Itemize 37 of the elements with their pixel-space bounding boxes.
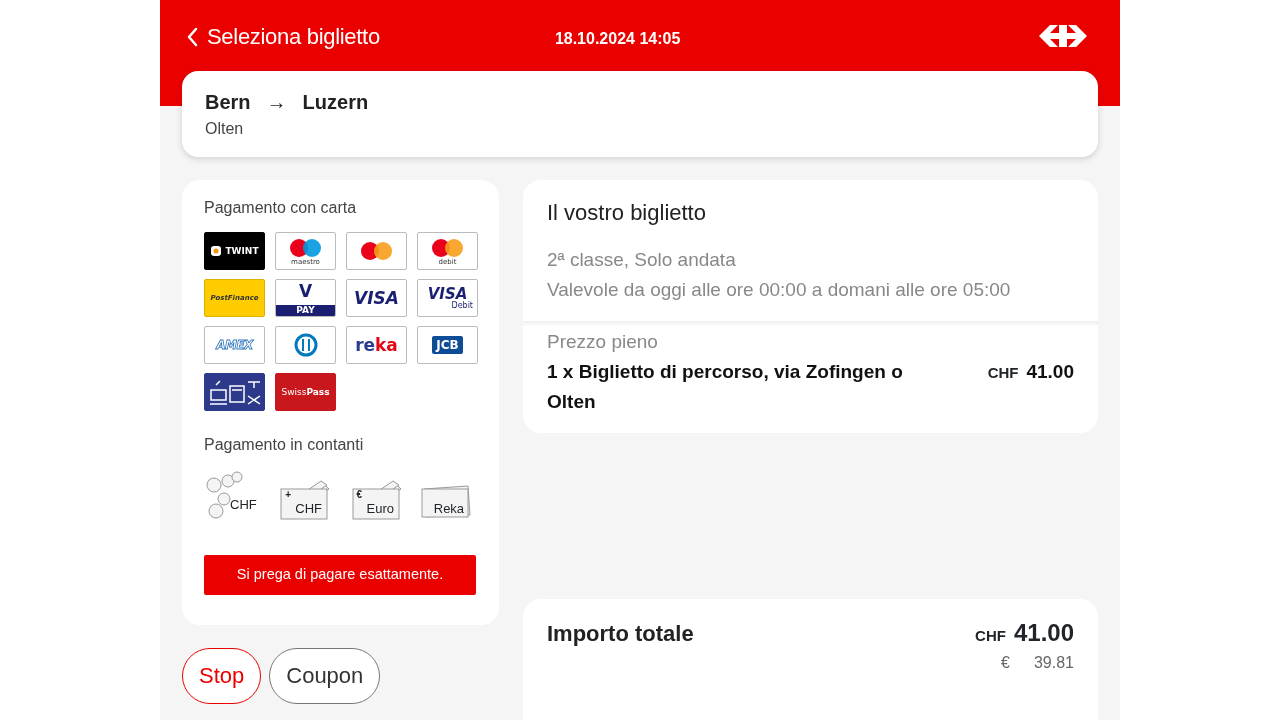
ticket-price: 41.00 [1026,360,1074,384]
payment-card-logo: SwissPass [275,373,336,411]
ticket-validity: Valevole da oggi alle ore 00:00 a domani alle ore 05:00 [547,278,1012,302]
fare-type: Prezzo pieno [547,330,659,354]
payment-card-logo: V PAY [275,279,336,317]
diners-icon [293,333,318,357]
total-amount: 41.00 [1013,618,1074,648]
destination-station: Luzern [302,90,369,115]
payment-card-logo: TWINT [204,232,265,270]
currency-label: CHF [975,626,1006,646]
currency-label: CHF [987,363,1019,383]
route-arrow: → [266,90,287,115]
circles-icon [430,236,465,259]
currency-label: € [1001,653,1010,673]
payment-card-logo: JCB [417,326,478,364]
circles-icon [359,240,394,262]
twint-mark-icon [210,245,223,257]
via-station: Olten [205,119,245,139]
circles-icon [288,236,323,259]
date-time: 18.10.2024 14:05 [554,29,681,49]
ticket-class: 2ª classe, Solo andata [547,248,737,272]
back-button[interactable]: Seleziona biglietto [186,20,380,53]
payment-card-logo: VISA Debit [417,279,478,317]
payment-card-logo: AMEX [204,326,265,364]
back-icon [186,26,199,47]
euro-amount: 39.81 [1033,653,1074,673]
section-heading: Pagamento in contanti [204,435,365,455]
ticket-item: 1 x Biglietto di percorso, via Zofingen o Olten [547,360,904,414]
stop-button[interactable]: Stop [182,647,262,704]
origin-station: Bern [205,90,251,115]
payment-card-logo: reka [346,326,407,364]
section-heading: Pagamento con carta [204,198,358,218]
coupon-button[interactable]: Coupon [269,647,381,704]
ticket-heading: Il vostro biglietto [547,199,707,227]
payment-notice: Si prega di pagare esattamente. [204,555,476,595]
total-label: Importo totale [547,620,694,648]
payment-card-logo: VISA [346,279,407,317]
